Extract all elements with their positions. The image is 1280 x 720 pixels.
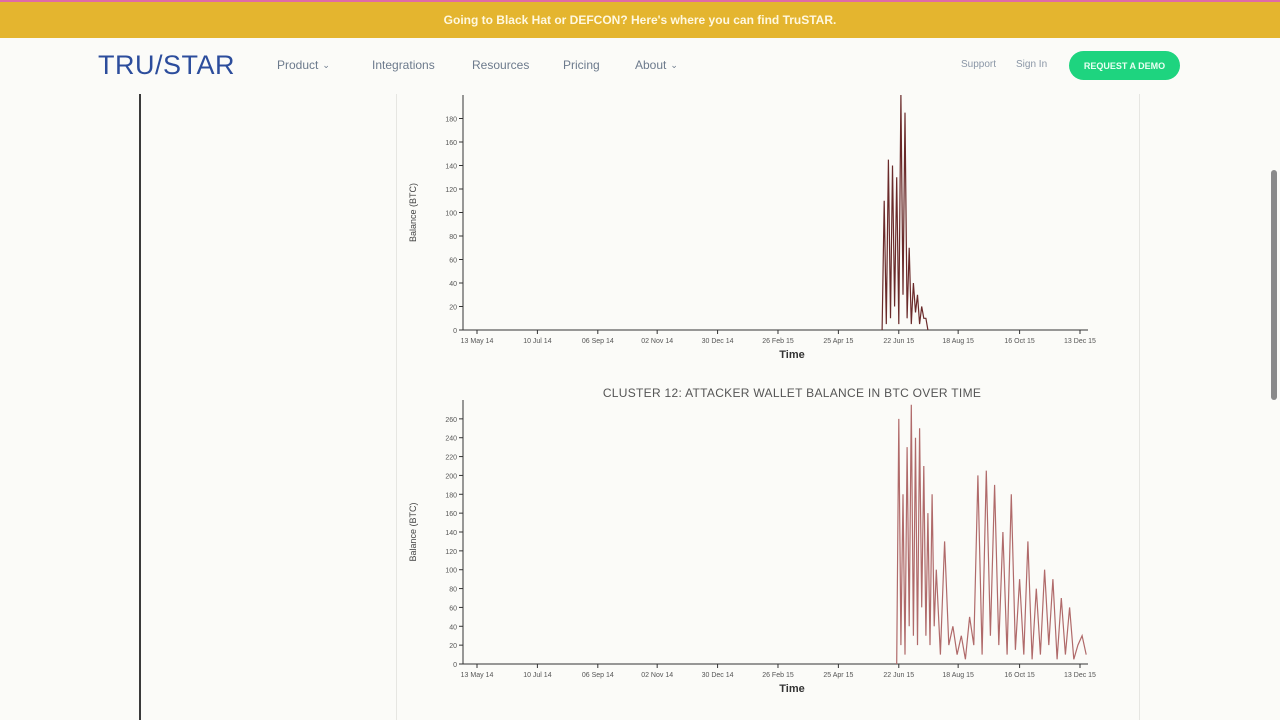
banner-text[interactable]: Going to Black Hat or DEFCON? Here's whe… xyxy=(444,13,837,27)
sign-in-link[interactable]: Sign In xyxy=(1016,59,1047,70)
sidebar-divider xyxy=(139,94,141,720)
nav-item-label: Integrations xyxy=(372,58,435,72)
nav-item-integrations[interactable]: Integrations xyxy=(372,58,435,72)
nav-item-about[interactable]: About ⌄ xyxy=(635,58,678,72)
nav-item-product[interactable]: Product ⌄ xyxy=(277,58,330,72)
support-link[interactable]: Support xyxy=(961,59,996,70)
page-scrollbar[interactable] xyxy=(1271,170,1277,400)
nav-item-resources[interactable]: Resources xyxy=(472,58,529,72)
nav-item-label: Product xyxy=(277,58,319,72)
announcement-banner[interactable]: Going to Black Hat or DEFCON? Here's whe… xyxy=(0,2,1280,38)
nav-item-pricing[interactable]: Pricing xyxy=(563,58,600,72)
content-panel xyxy=(396,94,1140,720)
chevron-down-icon: ⌄ xyxy=(322,59,330,70)
top-navigation: TRU/STAR Product ⌄ Integrations Resource… xyxy=(0,38,1280,94)
nav-item-label: Resources xyxy=(472,58,530,72)
trustar-logo[interactable]: TRU/STAR xyxy=(98,50,235,81)
nav-item-label: About xyxy=(635,58,667,72)
request-demo-button[interactable]: REQUEST A DEMO xyxy=(1069,51,1180,80)
nav-item-label: Pricing xyxy=(563,58,600,72)
chevron-down-icon: ⌄ xyxy=(670,59,678,70)
